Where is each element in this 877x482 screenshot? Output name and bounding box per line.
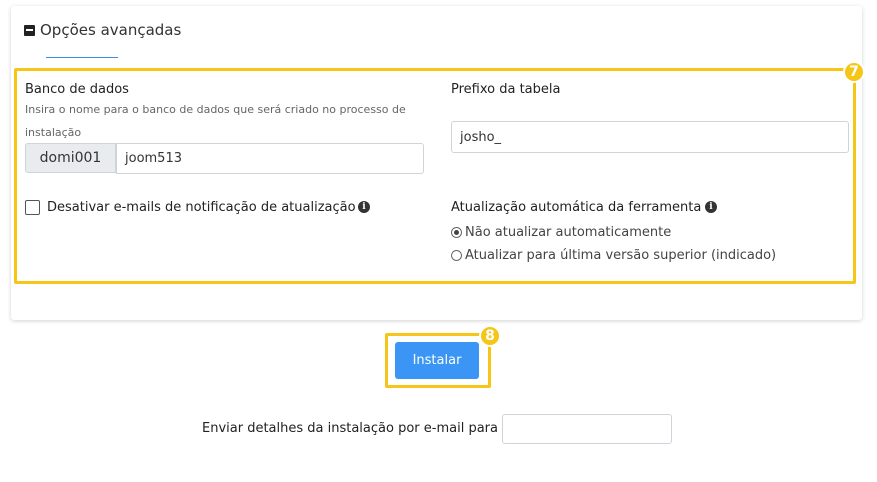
table-prefix-input[interactable]: josho_ (451, 121, 849, 153)
advanced-options-label: Opções avançadas (40, 21, 182, 39)
database-help-text: Insira o nome para o banco de dados que … (25, 103, 406, 139)
collapse-minus-icon (24, 24, 35, 36)
disable-emails-checkbox[interactable] (25, 200, 40, 215)
advanced-options-toggle[interactable]: Opções avançadas (24, 21, 181, 39)
advanced-options-underline (46, 57, 118, 58)
disable-emails-label: Desativar e-mails de notificação de atua… (47, 200, 356, 215)
radio-no-auto-update-label: Não atualizar automaticamente (465, 225, 672, 240)
radio-no-auto-update[interactable] (451, 227, 462, 238)
database-label: Banco de dados (25, 82, 129, 97)
radio-update-latest[interactable] (451, 250, 462, 261)
table-prefix-label: Prefixo da tabela (451, 82, 561, 97)
step-badge-7: 7 (843, 61, 865, 83)
email-details-label: Enviar detalhes da instalação por e-mail… (202, 421, 507, 436)
step-badge-8: 8 (479, 325, 501, 347)
email-details-input[interactable] (502, 414, 672, 444)
info-icon[interactable]: i (705, 201, 717, 213)
auto-update-label: Atualização automática da ferramenta (451, 200, 702, 215)
info-icon[interactable]: i (358, 201, 370, 213)
install-button[interactable]: Instalar (395, 342, 479, 379)
database-prefix-addon: domi001 (25, 143, 116, 173)
database-name-input[interactable]: joom513 (116, 143, 424, 174)
radio-update-latest-label: Atualizar para última versão superior (i… (465, 248, 777, 263)
